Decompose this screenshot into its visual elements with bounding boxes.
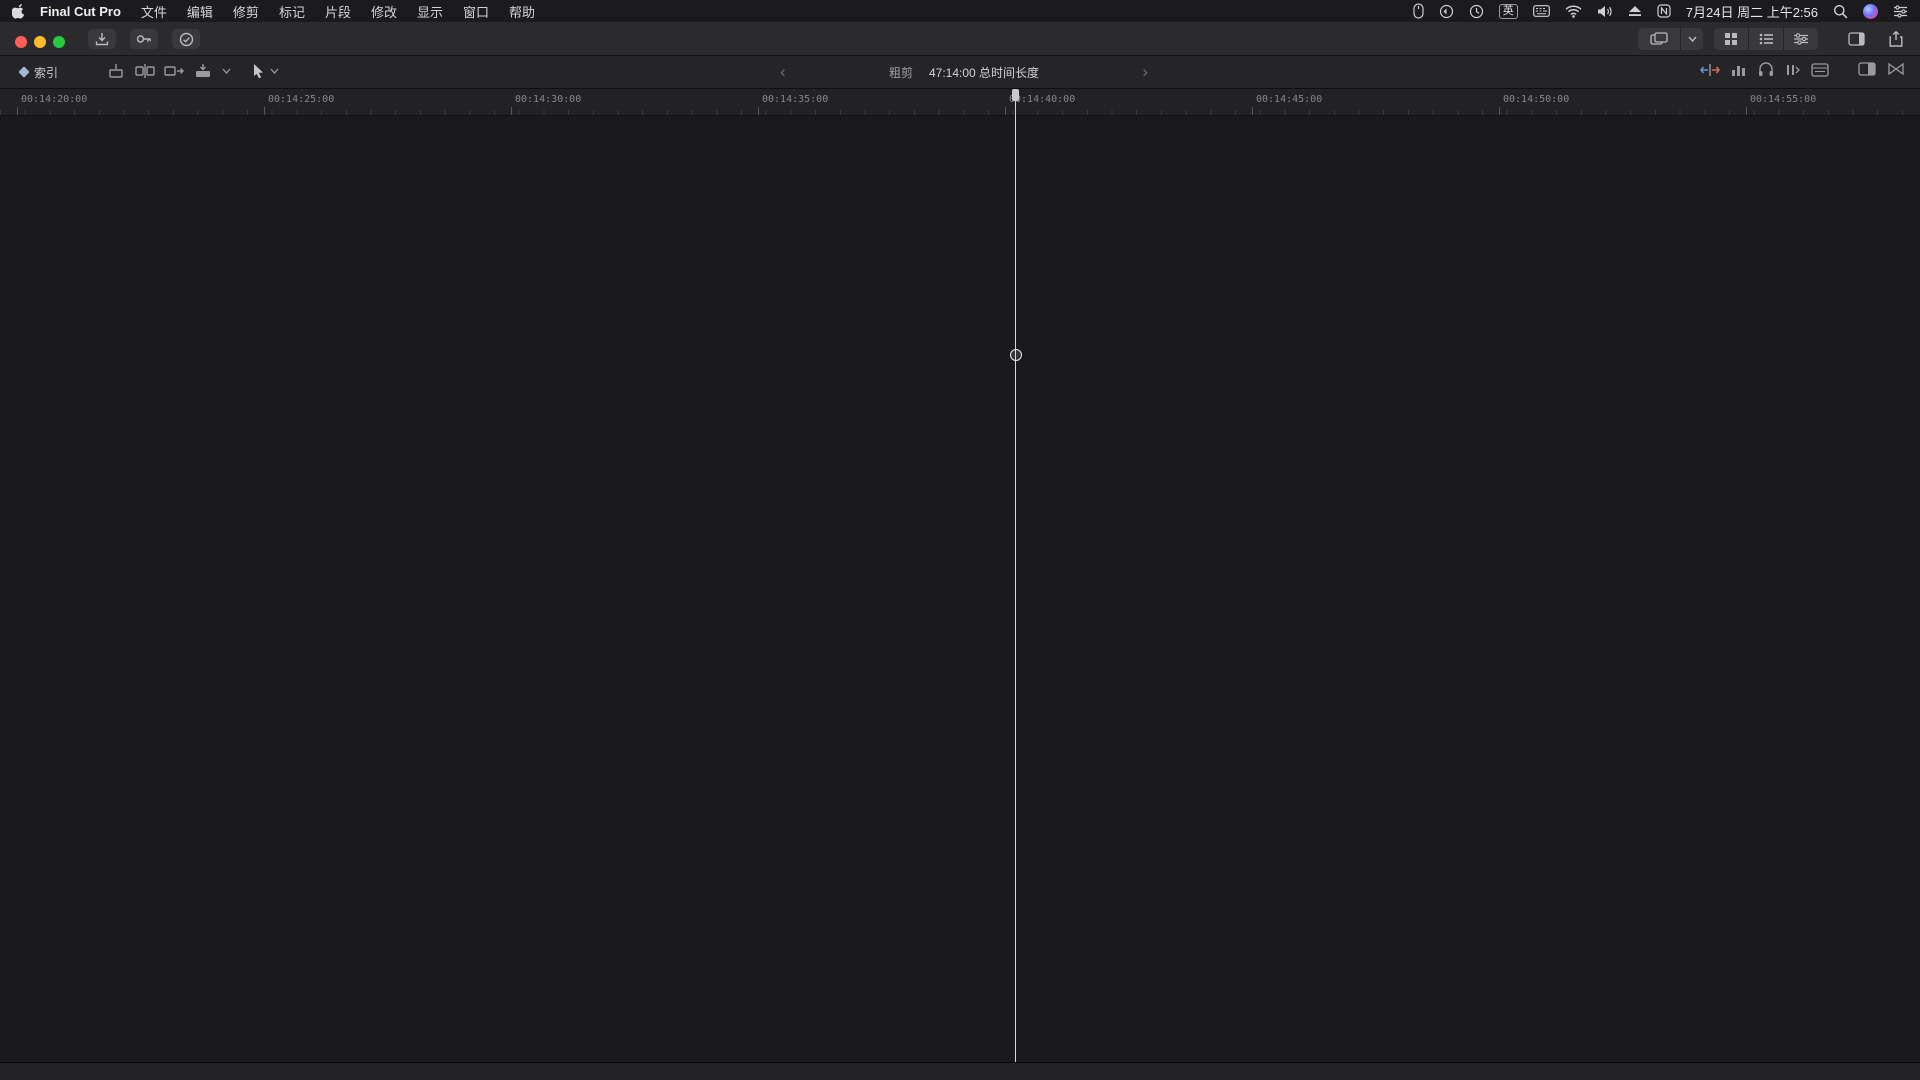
apple-menu-icon[interactable] bbox=[12, 3, 26, 19]
grid-view-button[interactable] bbox=[1714, 28, 1749, 50]
window-toolbar bbox=[0, 22, 1920, 56]
siri-icon[interactable] bbox=[1863, 4, 1878, 19]
ruler-tick bbox=[1005, 107, 1006, 115]
audio-meters-icon[interactable] bbox=[1731, 63, 1747, 77]
menu-item[interactable]: 标记 bbox=[269, 2, 315, 21]
import-media-button[interactable] bbox=[88, 29, 116, 49]
wifi-icon[interactable] bbox=[1565, 5, 1582, 18]
ruler-timecode: 00:14:45:00 bbox=[1256, 94, 1322, 105]
eject-icon[interactable] bbox=[1628, 5, 1642, 17]
sync-status-icon[interactable] bbox=[1439, 4, 1454, 19]
share-icon[interactable] bbox=[1882, 29, 1910, 49]
append-edit-button[interactable] bbox=[164, 63, 184, 79]
timeline-panel-group bbox=[1858, 62, 1905, 76]
menu-item[interactable]: 文件 bbox=[131, 2, 177, 21]
solo-icon[interactable] bbox=[1785, 63, 1800, 77]
keyboard-status-icon[interactable] bbox=[1533, 5, 1550, 17]
browser-display-dropdown[interactable] bbox=[1681, 28, 1703, 50]
control-center-icon[interactable] bbox=[1893, 5, 1908, 18]
mouse-status-icon[interactable] bbox=[1413, 3, 1424, 19]
menu-items: 文件编辑修剪标记片段修改显示窗口帮助 bbox=[131, 2, 545, 21]
ruler-tick bbox=[1252, 107, 1253, 115]
timeline-bottom-bar bbox=[0, 1062, 1920, 1080]
transitions-browser-icon[interactable] bbox=[1887, 62, 1905, 76]
fcp-window: Final Cut Pro 文件编辑修剪标记片段修改显示窗口帮助 英 bbox=[0, 0, 1920, 1080]
background-tasks-button[interactable] bbox=[172, 29, 200, 49]
ruler-tick bbox=[758, 107, 759, 115]
ruler-timecode: 00:14:50:00 bbox=[1503, 94, 1569, 105]
timeline-navigation: ‹ 粗剪 47:14:00 总时间长度 › bbox=[778, 61, 1150, 83]
playhead[interactable] bbox=[1015, 100, 1016, 1063]
browser-display-control bbox=[1638, 28, 1703, 50]
minimize-window-button[interactable] bbox=[34, 36, 46, 48]
menu-bar: Final Cut Pro 文件编辑修剪标记片段修改显示窗口帮助 英 bbox=[0, 0, 1920, 22]
ruler-tick bbox=[511, 107, 512, 115]
spotlight-search-icon[interactable] bbox=[1833, 4, 1848, 19]
inspector-toggle-icon[interactable] bbox=[1842, 29, 1870, 49]
ruler-timecode: 00:14:30:00 bbox=[515, 94, 581, 105]
menu-item[interactable]: 窗口 bbox=[453, 2, 499, 21]
keywords-button[interactable] bbox=[130, 29, 158, 49]
ruler-timecode: 00:14:55:00 bbox=[1750, 94, 1816, 105]
audio-skimming-icon[interactable] bbox=[1758, 62, 1774, 77]
tools-menu[interactable] bbox=[252, 63, 279, 79]
menu-item[interactable]: 显示 bbox=[407, 2, 453, 21]
menu-item[interactable]: 编辑 bbox=[177, 2, 223, 21]
ruler-tick bbox=[1499, 107, 1500, 115]
index-icon bbox=[18, 66, 29, 77]
project-name[interactable]: 粗剪 bbox=[889, 64, 913, 81]
connect-edit-button[interactable] bbox=[106, 63, 126, 79]
timeline-area[interactable] bbox=[0, 115, 1920, 1063]
ruler-tick bbox=[17, 107, 18, 115]
view-toggle-group bbox=[1714, 28, 1818, 50]
ruler-tick bbox=[264, 107, 265, 115]
ruler-minor-ticks bbox=[0, 110, 1920, 115]
clock-status-icon[interactable] bbox=[1469, 4, 1484, 19]
edit-options-dropdown[interactable] bbox=[222, 68, 231, 74]
ruler-timecode: 00:14:20:00 bbox=[21, 94, 87, 105]
playhead-knob bbox=[1010, 349, 1022, 361]
filter-settings-button[interactable] bbox=[1784, 28, 1818, 50]
input-source-indicator[interactable]: 英 bbox=[1499, 4, 1518, 19]
trim-mode-icon[interactable] bbox=[1700, 63, 1720, 77]
timeline-options-group bbox=[1700, 62, 1829, 77]
volume-icon[interactable] bbox=[1597, 5, 1613, 18]
menu-item[interactable]: 帮助 bbox=[499, 2, 545, 21]
zoom-window-button[interactable] bbox=[53, 36, 65, 48]
insert-edit-button[interactable] bbox=[135, 63, 155, 79]
ruler-timecode: 00:14:35:00 bbox=[762, 94, 828, 105]
previous-project-chevron[interactable]: ‹ bbox=[778, 62, 788, 82]
app-status-icon[interactable] bbox=[1657, 4, 1671, 18]
index-label: 索引 bbox=[34, 64, 58, 81]
tools-dropdown-icon bbox=[270, 68, 279, 74]
project-title-area: 粗剪 47:14:00 总时间长度 bbox=[788, 64, 1141, 81]
ruler-tick bbox=[1746, 107, 1747, 115]
menu-bar-status-area: 英 7月24日 周二 上午2:56 bbox=[1413, 2, 1908, 21]
next-project-chevron[interactable]: › bbox=[1140, 62, 1150, 82]
timeline-index-button[interactable]: 索引 bbox=[12, 61, 66, 83]
project-duration: 47:14:00 总时间长度 bbox=[929, 64, 1039, 81]
close-window-button[interactable] bbox=[15, 36, 27, 48]
menu-item[interactable]: 修改 bbox=[361, 2, 407, 21]
ruler-timecode: 00:14:25:00 bbox=[268, 94, 334, 105]
effects-browser-icon[interactable] bbox=[1858, 62, 1876, 76]
menu-item[interactable]: 片段 bbox=[315, 2, 361, 21]
list-view-button[interactable] bbox=[1749, 28, 1784, 50]
browser-display-button[interactable] bbox=[1638, 28, 1681, 50]
edit-buttons-group bbox=[106, 63, 231, 79]
menu-item[interactable]: 修剪 bbox=[223, 2, 269, 21]
playhead-handle[interactable] bbox=[1012, 89, 1019, 101]
timeline-ruler[interactable]: 00:14:20:00 00:14:25:00 00:14:30:00 00:14:3… bbox=[0, 88, 1920, 116]
app-menu[interactable]: Final Cut Pro bbox=[30, 4, 131, 19]
overwrite-edit-button[interactable] bbox=[193, 63, 213, 79]
clip-appearance-icon[interactable] bbox=[1811, 63, 1829, 77]
timeline-toolbar: 索引 bbox=[0, 56, 1920, 89]
menu-bar-clock[interactable]: 7月24日 周二 上午2:56 bbox=[1686, 2, 1818, 21]
arrow-tool-icon bbox=[252, 63, 265, 79]
